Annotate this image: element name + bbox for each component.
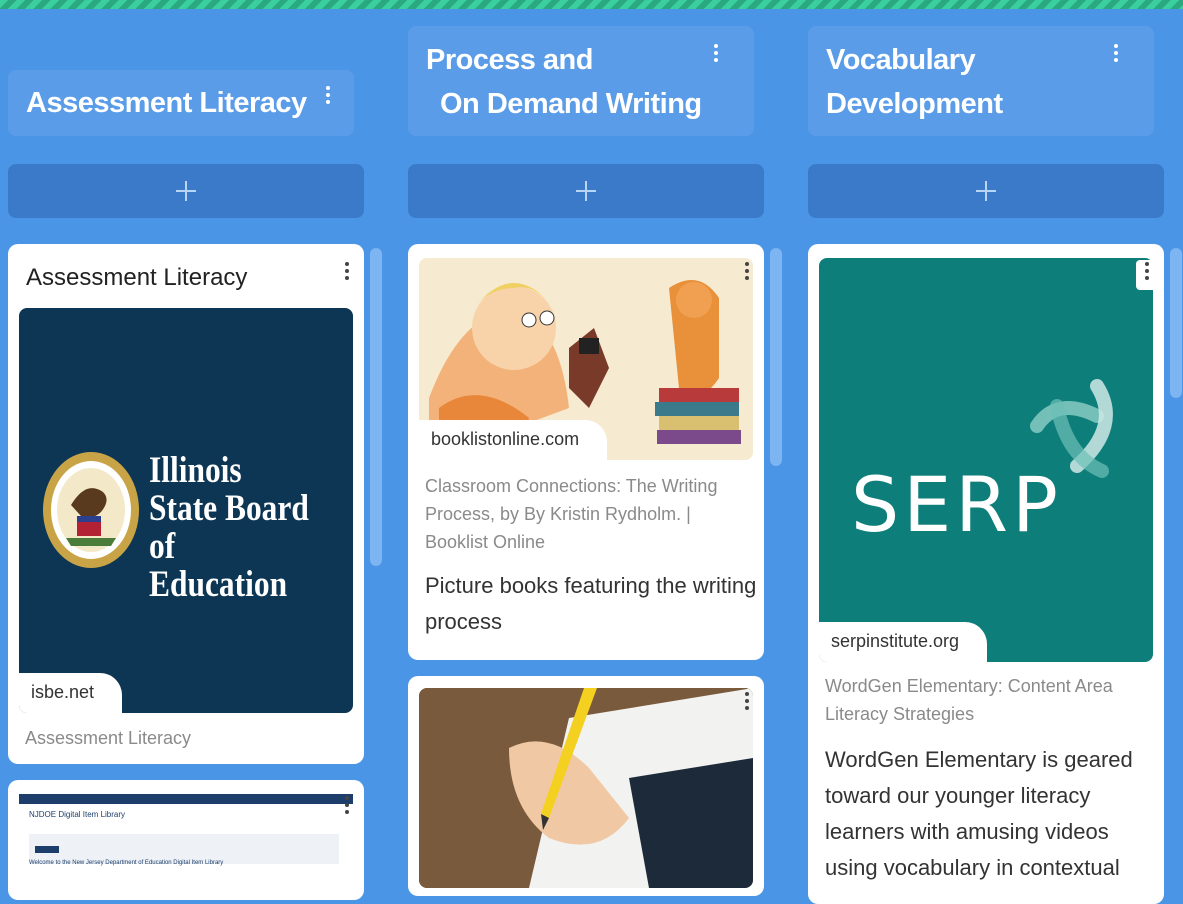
column-title: Process and On Demand Writing <box>426 38 702 126</box>
logo-line: Education <box>149 564 288 605</box>
description-line: Picture books featuring the writing <box>425 573 757 598</box>
more-vertical-icon <box>320 84 336 104</box>
column-assessment-literacy: Assessment Literacy Assessment Literacy … <box>8 0 382 900</box>
column-title-line: Process and <box>426 44 593 76</box>
column-title-line: Development <box>826 88 1003 120</box>
isbe-logo-text: Illinois State Board of Education <box>149 452 322 604</box>
more-vertical-icon <box>736 690 758 710</box>
add-post-button[interactable] <box>8 164 364 218</box>
nj-header-bar <box>19 794 353 804</box>
logo-line: Illinois <box>149 450 242 491</box>
description-line: WordGen Elementary is geared <box>825 747 1133 772</box>
link-title-line: Literacy Strategies <box>825 704 975 724</box>
link-title-line: Process, by By Kristin Rydholm. | <box>425 504 691 524</box>
link-domain: serpinstitute.org <box>819 622 988 662</box>
column-menu-button[interactable] <box>1108 42 1124 70</box>
nj-select <box>35 846 59 853</box>
handwriting-photo <box>419 688 753 888</box>
link-preview-image[interactable]: booklistonline.com <box>419 258 753 460</box>
column-vocabulary-development: Vocabulary Development SERP serpinstitut… <box>808 0 1182 904</box>
description-line: toward our younger literacy <box>825 783 1091 808</box>
link-title: WordGen Elementary: Content Area Literac… <box>825 672 1113 728</box>
column-title: Assessment Literacy <box>26 87 307 119</box>
post-menu-button[interactable] <box>736 690 758 720</box>
description-line: process <box>425 609 503 634</box>
plus-icon <box>576 181 596 201</box>
more-vertical-icon <box>1136 260 1158 280</box>
post-card[interactable]: SERP serpinstitute.org WordGen Elementar… <box>808 244 1164 904</box>
link-preview-image[interactable] <box>419 688 753 888</box>
post-description: Picture books featuring the writing proc… <box>425 568 756 640</box>
more-vertical-icon <box>336 794 358 814</box>
column-menu-button[interactable] <box>708 42 724 70</box>
more-vertical-icon <box>708 42 724 62</box>
link-preview-image[interactable]: SERP serpinstitute.org <box>819 258 1153 662</box>
link-title-line: WordGen Elementary: Content Area <box>825 676 1113 696</box>
nj-welcome-text: Welcome to the New Jersey Department of … <box>29 860 224 866</box>
post-title: Assessment Literacy <box>26 264 248 291</box>
description-line: using vocabulary in contextual <box>825 855 1120 880</box>
add-post-button[interactable] <box>808 164 1164 218</box>
serp-logo-icon <box>1030 379 1113 478</box>
column-title-line: Vocabulary <box>826 44 976 76</box>
column-title: Vocabulary Development <box>826 38 1003 126</box>
more-vertical-icon <box>736 260 758 280</box>
more-vertical-icon <box>1108 42 1124 62</box>
post-card[interactable]: booklistonline.com Classroom Connections… <box>408 244 764 660</box>
column-scrollbar[interactable] <box>370 248 382 566</box>
post-card[interactable]: Assessment Literacy Illinois State Board… <box>8 244 364 764</box>
post-description: WordGen Elementary is geared toward our … <box>825 742 1133 886</box>
link-domain: isbe.net <box>19 673 123 713</box>
column-menu-button[interactable] <box>320 84 336 112</box>
plus-icon <box>976 181 996 201</box>
link-title: Classroom Connections: The Writing Proce… <box>425 472 717 556</box>
add-post-button[interactable] <box>408 164 764 218</box>
link-title-line: Classroom Connections: The Writing <box>425 476 718 496</box>
post-menu-button[interactable] <box>336 794 358 824</box>
post-menu-button[interactable] <box>1136 260 1158 290</box>
link-title-line: Booklist Online <box>425 532 546 552</box>
column-header: Vocabulary Development <box>808 26 1154 136</box>
more-vertical-icon <box>336 260 358 280</box>
link-preview-image[interactable]: Illinois State Board of Education isbe.n… <box>19 308 353 713</box>
column-process-writing: Process and On Demand Writing bookliston… <box>408 0 782 896</box>
illinois-seal-icon <box>43 452 139 568</box>
plus-icon <box>176 181 196 201</box>
link-preview-image[interactable]: NJDOE Digital Item Library Welcome to th… <box>19 794 353 874</box>
nj-page-title: NJDOE Digital Item Library <box>29 810 126 819</box>
logo-line: State Board of <box>149 488 309 567</box>
column-header: Process and On Demand Writing <box>408 26 754 136</box>
link-domain: booklistonline.com <box>419 420 608 460</box>
post-menu-button[interactable] <box>736 260 758 290</box>
description-line: learners with amusing videos <box>825 819 1109 844</box>
post-card[interactable]: NJDOE Digital Item Library Welcome to th… <box>8 780 364 900</box>
column-scrollbar[interactable] <box>770 248 782 466</box>
post-menu-button[interactable] <box>336 260 358 290</box>
post-card[interactable] <box>408 676 764 896</box>
column-header: Assessment Literacy <box>8 70 354 136</box>
column-title-line: On Demand Writing <box>440 88 702 120</box>
column-scrollbar[interactable] <box>1170 248 1182 398</box>
link-title: Assessment Literacy <box>25 728 192 748</box>
